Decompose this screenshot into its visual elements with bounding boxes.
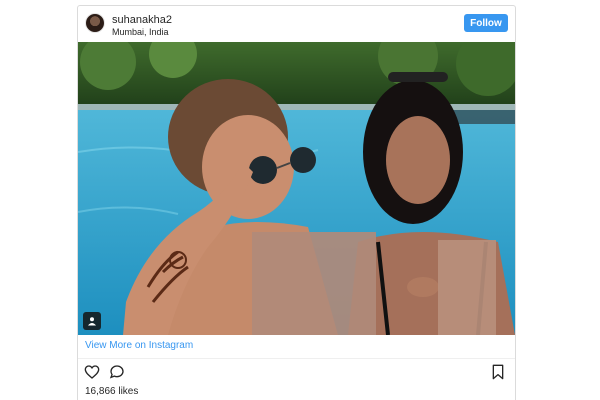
photo-illustration (78, 42, 515, 335)
speech-bubble-icon[interactable] (109, 364, 125, 380)
location[interactable]: Mumbai, India (112, 27, 169, 37)
post-header: suhanakha2 Mumbai, India Follow (78, 6, 515, 42)
heart-outline-icon[interactable] (84, 364, 100, 380)
instagram-embed-card: suhanakha2 Mumbai, India Follow View Mor… (77, 5, 516, 400)
likes-count[interactable]: 16,866 likes (85, 386, 138, 397)
username[interactable]: suhanakha2 (112, 14, 172, 26)
view-more-link[interactable]: View More on Instagram (85, 340, 193, 351)
avatar[interactable] (85, 13, 105, 33)
follow-button[interactable]: Follow (464, 14, 508, 32)
post-photo[interactable] (78, 42, 515, 335)
bookmark-icon[interactable] (490, 364, 506, 380)
divider (78, 358, 515, 359)
user-tag-icon[interactable] (83, 312, 101, 330)
